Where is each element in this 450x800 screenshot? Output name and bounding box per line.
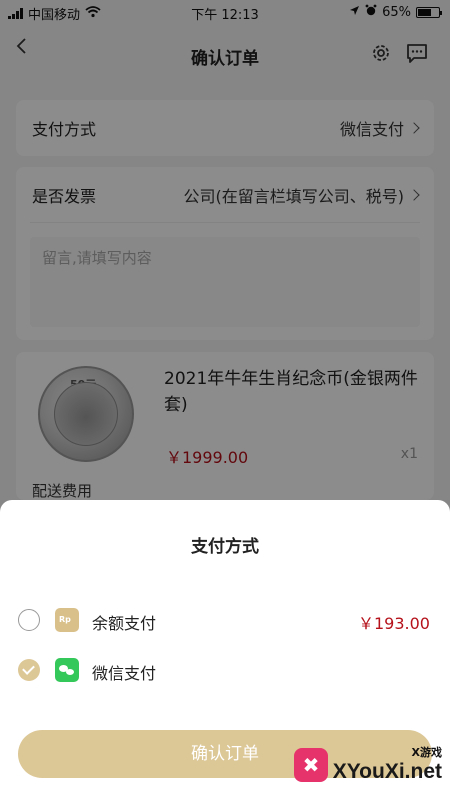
pay-option-wechat[interactable]: 微信支付 (0, 650, 450, 690)
balance-amount: ￥193.00 (358, 614, 430, 633)
balance-icon (55, 608, 79, 632)
sheet-title: 支付方式 (191, 537, 259, 557)
radio-unchecked-icon[interactable] (18, 609, 40, 631)
watermark-small-text: X游戏 (411, 746, 442, 759)
pay-option-balance[interactable]: 余额支付 ￥193.00 (0, 600, 450, 640)
radio-checked-icon[interactable] (18, 659, 40, 681)
gamepad-icon: ✖ (294, 748, 328, 782)
pay-option-label: 余额支付 (92, 614, 157, 633)
watermark-main-text: XYouXi.net (332, 760, 442, 783)
watermark-logo: ✖ X游戏 XYouXi.net (292, 740, 442, 796)
wechat-icon (55, 658, 79, 682)
pay-option-label: 微信支付 (92, 664, 157, 683)
